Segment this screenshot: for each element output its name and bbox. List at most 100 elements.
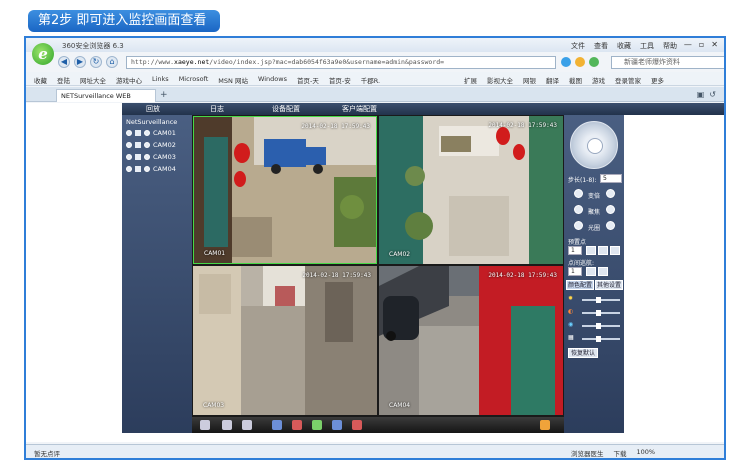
star-icon[interactable]	[575, 57, 585, 67]
shield-icon[interactable]	[561, 57, 571, 67]
single-view-icon[interactable]	[222, 420, 232, 430]
video-feed-cam03[interactable]: 2014-02-18 17:59:43 CAM03	[193, 266, 377, 415]
fav-item[interactable]: 网址大全	[80, 75, 106, 85]
toolbar-item[interactable]: 更多	[651, 75, 664, 85]
tab-color-config[interactable]: 颜色配置	[566, 280, 594, 290]
menu-client-config[interactable]: 客户端配置	[342, 104, 377, 114]
fav-item[interactable]: 千郡R.	[361, 75, 380, 85]
fav-item[interactable]: 首页-安	[329, 75, 351, 85]
saturation-slider[interactable]	[582, 323, 620, 329]
fullscreen-icon[interactable]	[200, 420, 210, 430]
search-input[interactable]: 新疆老师爆炸资料	[611, 56, 724, 69]
window-controls: — ▫ ✕	[684, 40, 718, 49]
menu-tools[interactable]: 工具	[640, 41, 654, 51]
menu-file[interactable]: 文件	[571, 41, 585, 51]
tour-stop-button[interactable]	[598, 267, 608, 276]
device-tree-title[interactable]: NetSurveillance	[126, 118, 177, 126]
fav-item[interactable]: 游戏中心	[116, 75, 142, 85]
menu-device-config[interactable]: 设备配置	[272, 104, 300, 114]
preset-goto-button[interactable]	[598, 246, 608, 255]
menu-playback[interactable]: 回放	[146, 104, 160, 114]
toolbar-item[interactable]: 翻译	[546, 75, 559, 85]
toolbar-item[interactable]: 影视大全	[487, 75, 513, 85]
focus-far-icon[interactable]	[606, 205, 615, 214]
download-button[interactable]: 下载	[614, 448, 627, 458]
record-all-icon[interactable]	[272, 420, 282, 430]
brightness-slider[interactable]	[582, 297, 620, 303]
play-icon[interactable]	[144, 142, 150, 148]
toolbar-item[interactable]: 截图	[569, 75, 582, 85]
alarm-icon[interactable]	[352, 420, 362, 430]
fav-item[interactable]: Windows	[258, 75, 287, 85]
forward-icon[interactable]: ▶	[74, 56, 86, 68]
go-icon[interactable]	[589, 57, 599, 67]
fav-item[interactable]: 首页-天	[297, 75, 319, 85]
stop-all-icon[interactable]	[292, 420, 302, 430]
menu-view[interactable]: 查看	[594, 41, 608, 51]
iris-open-icon[interactable]	[574, 221, 583, 230]
talk-icon[interactable]	[332, 420, 342, 430]
iris-close-icon[interactable]	[606, 221, 615, 230]
step-select[interactable]: 5	[600, 174, 622, 183]
tab-netsurveillance[interactable]: NETSurveillance WEB	[56, 89, 156, 102]
fav-item[interactable]: MSN 网站	[218, 75, 248, 85]
url-input[interactable]: http://www.xaeye.net/video/index.jsp?mac…	[126, 56, 556, 69]
fav-item[interactable]: 收藏	[34, 75, 47, 85]
camera-item-cam04[interactable]: CAM04	[126, 165, 176, 173]
toolbar-item[interactable]: 扩展	[464, 75, 477, 85]
toolbar-item[interactable]: 游戏	[592, 75, 605, 85]
camera-label: CAM03	[153, 153, 176, 161]
play-icon[interactable]	[144, 130, 150, 136]
toolbar-item[interactable]: 登录管家	[615, 75, 641, 85]
back-icon[interactable]: ◀	[58, 56, 70, 68]
camera-item-cam03[interactable]: CAM03	[126, 153, 176, 161]
close-button[interactable]: ✕	[711, 40, 718, 49]
address-bar: ◀ ▶ ↻ ⌂ http://www.xaeye.net/video/index…	[56, 54, 724, 70]
new-tab-button[interactable]: +	[160, 90, 168, 100]
fav-item[interactable]: Microsoft	[179, 75, 209, 85]
record-icon[interactable]	[135, 154, 141, 160]
preset-delete-button[interactable]	[610, 246, 620, 255]
contrast-slider[interactable]	[582, 310, 620, 316]
camera-item-cam01[interactable]: CAM01	[126, 129, 176, 137]
record-icon[interactable]	[135, 142, 141, 148]
device-tree: NetSurveillance CAM01 CAM02 CAM03 CAM04	[122, 115, 192, 433]
maximize-button[interactable]: ▫	[699, 40, 704, 49]
menu-favorites[interactable]: 收藏	[617, 41, 631, 51]
record-icon[interactable]	[135, 166, 141, 172]
menu-help[interactable]: 帮助	[663, 41, 677, 51]
tour-start-button[interactable]	[586, 267, 596, 276]
ptz-center-button[interactable]	[587, 138, 603, 154]
record-icon[interactable]	[135, 130, 141, 136]
camera-item-cam02[interactable]: CAM02	[126, 141, 176, 149]
focus-near-icon[interactable]	[574, 205, 583, 214]
tour-select[interactable]: 1	[568, 267, 582, 276]
preset-set-button[interactable]	[586, 246, 596, 255]
ptz-direction-pad[interactable]	[570, 121, 618, 169]
zoom-in-icon[interactable]	[574, 189, 583, 198]
tab-list-icon[interactable]: ▣	[697, 90, 705, 99]
home-icon[interactable]: ⌂	[106, 56, 118, 68]
hue-slider[interactable]	[582, 336, 620, 342]
zoom-out-icon[interactable]	[606, 189, 615, 198]
quad-view-icon[interactable]	[242, 420, 252, 430]
video-feed-cam04[interactable]: 2014-02-18 17:59:43 CAM04	[379, 266, 563, 415]
tab-other-settings[interactable]: 其他设置	[595, 280, 623, 290]
video-feed-cam01[interactable]: 2014-02-18 17:59:43 CAM01	[193, 116, 377, 264]
fav-item[interactable]: 登陆	[57, 75, 70, 85]
preset-select[interactable]: 1	[568, 246, 582, 255]
refresh-icon[interactable]: ↻	[90, 56, 102, 68]
restore-tab-icon[interactable]: ↺	[709, 90, 716, 99]
minimize-button[interactable]: —	[684, 40, 692, 49]
restore-default-button[interactable]: 恢复默认	[568, 348, 598, 358]
browser-doctor-button[interactable]: 浏览器医生	[571, 448, 604, 458]
volume-icon[interactable]	[540, 420, 550, 430]
snapshot-icon[interactable]	[312, 420, 322, 430]
toolbar-item[interactable]: 网银	[523, 75, 536, 85]
zoom-level[interactable]: 100%	[637, 448, 656, 458]
menu-log[interactable]: 日志	[210, 104, 224, 114]
play-icon[interactable]	[144, 166, 150, 172]
video-feed-cam02[interactable]: 2014-02-18 17:59:43 CAM02	[379, 116, 563, 264]
fav-item[interactable]: Links	[152, 75, 169, 85]
play-icon[interactable]	[144, 154, 150, 160]
